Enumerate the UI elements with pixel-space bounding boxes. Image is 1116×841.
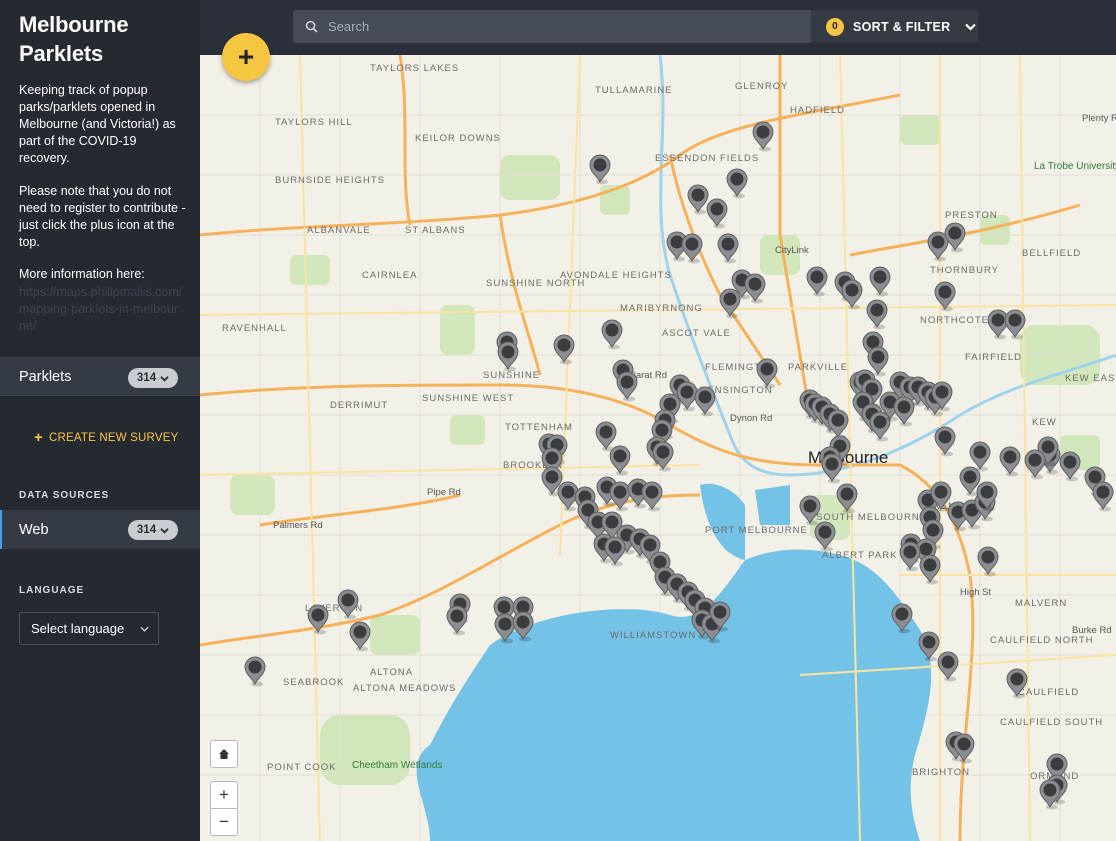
sidebar: Melbourne Parklets Keeping track of popu…: [0, 0, 200, 841]
parklet-marker[interactable]: [893, 396, 915, 427]
parklet-marker[interactable]: [977, 546, 999, 577]
parklet-marker[interactable]: [806, 266, 828, 297]
parklet-marker[interactable]: [756, 358, 778, 389]
parklet-marker[interactable]: [601, 319, 623, 350]
chevron-down-icon: [160, 375, 169, 382]
parklet-marker[interactable]: [446, 605, 468, 636]
parklet-marker[interactable]: [752, 121, 774, 152]
parklets-count: 314: [136, 372, 157, 384]
parklet-markers[interactable]: [200, 55, 1116, 841]
parklet-marker[interactable]: [652, 441, 674, 472]
parklet-marker[interactable]: [999, 446, 1021, 477]
parklet-marker[interactable]: [836, 483, 858, 514]
web-count-badge[interactable]: 314: [128, 520, 178, 540]
parklet-marker[interactable]: [744, 273, 766, 304]
parklet-marker[interactable]: [1092, 481, 1114, 512]
parklet-marker[interactable]: [799, 495, 821, 526]
chevron-down-icon: [140, 626, 149, 632]
parklet-marker[interactable]: [719, 288, 741, 319]
language-select[interactable]: Select language: [19, 612, 159, 645]
parklets-count-badge[interactable]: 314: [128, 368, 178, 388]
parklet-marker[interactable]: [706, 198, 728, 229]
zoom-out-button[interactable]: −: [210, 808, 238, 836]
parklet-marker[interactable]: [869, 411, 891, 442]
parklet-marker[interactable]: [244, 656, 266, 687]
parklet-marker[interactable]: [553, 334, 575, 365]
filter-count-badge: 0: [826, 17, 844, 36]
parklet-marker[interactable]: [919, 554, 941, 585]
more-info-label: More information here:: [19, 267, 145, 281]
parklet-marker[interactable]: [944, 222, 966, 253]
top-bar: 0 SORT & FILTER: [200, 0, 1116, 55]
sort-filter-label: SORT & FILTER: [853, 19, 951, 34]
parklet-marker[interactable]: [609, 481, 631, 512]
parklet-marker[interactable]: [595, 421, 617, 452]
description-intro: Keeping track of popup parks/parklets op…: [19, 83, 176, 165]
parklet-marker[interactable]: [918, 631, 940, 662]
parklets-layer-label: Parklets: [19, 368, 72, 385]
parklet-marker[interactable]: [934, 426, 956, 457]
web-count: 314: [136, 524, 157, 536]
parklet-marker[interactable]: [934, 281, 956, 312]
parklet-marker[interactable]: [609, 445, 631, 476]
parklet-marker[interactable]: [937, 651, 959, 682]
parklet-marker[interactable]: [497, 341, 519, 372]
parklet-marker[interactable]: [891, 603, 913, 634]
parklet-marker[interactable]: [1004, 309, 1026, 340]
parklet-marker[interactable]: [814, 521, 836, 552]
more-info-link[interactable]: https://maps.philipmallis.com/mapping-pa…: [19, 284, 184, 335]
parklet-marker[interactable]: [1039, 779, 1061, 810]
chevron-down-icon: [160, 527, 169, 534]
plus-icon: +: [34, 429, 43, 446]
home-button[interactable]: [210, 740, 238, 768]
parklet-marker[interactable]: [1006, 668, 1028, 699]
parklet-marker[interactable]: [869, 266, 891, 297]
zoom-in-button[interactable]: +: [210, 781, 238, 809]
add-parklet-button[interactable]: +: [222, 33, 270, 81]
parklet-marker[interactable]: [717, 233, 739, 264]
sort-filter-button[interactable]: 0 SORT & FILTER: [811, 10, 978, 43]
parklet-marker[interactable]: [337, 589, 359, 620]
parklet-marker[interactable]: [827, 409, 849, 440]
parklet-marker[interactable]: [1024, 449, 1046, 480]
app-title: Melbourne Parklets: [19, 12, 129, 66]
parklet-marker[interactable]: [987, 309, 1009, 340]
search-icon: [305, 20, 318, 33]
search-box[interactable]: [293, 10, 811, 43]
map-canvas[interactable]: TAYLORS LAKES TULLAMARINE GLENROY HADFIELD T…: [200, 55, 1116, 841]
parklet-marker[interactable]: [349, 621, 371, 652]
parklet-marker[interactable]: [681, 233, 703, 264]
parklet-marker[interactable]: [512, 611, 534, 642]
search-input[interactable]: [328, 19, 798, 34]
language-select-value: Select language: [31, 621, 125, 636]
create-survey-button[interactable]: + CREATE NEW SURVEY: [34, 429, 178, 446]
parklet-marker[interactable]: [821, 453, 843, 484]
parklet-marker[interactable]: [866, 299, 888, 330]
parklet-marker[interactable]: [676, 381, 698, 412]
web-source-row[interactable]: Web 314: [0, 510, 200, 549]
data-sources-heading: DATA SOURCES: [19, 490, 110, 501]
parklet-marker[interactable]: [899, 541, 921, 572]
parklet-marker[interactable]: [687, 184, 709, 215]
create-survey-label: CREATE NEW SURVEY: [48, 431, 179, 444]
home-icon: [219, 749, 229, 759]
web-source-label: Web: [19, 521, 49, 538]
parklet-marker[interactable]: [726, 168, 748, 199]
parklet-marker[interactable]: [616, 371, 638, 402]
chevron-down-icon: [965, 23, 977, 31]
description-contribute: Please note that you do not need to regi…: [19, 184, 186, 249]
parklet-marker[interactable]: [927, 231, 949, 262]
parklet-marker[interactable]: [841, 279, 863, 310]
parklet-marker[interactable]: [307, 604, 329, 635]
parklet-marker[interactable]: [494, 613, 516, 644]
parklets-layer-row[interactable]: Parklets 314: [0, 357, 200, 396]
parklet-marker[interactable]: [1059, 451, 1081, 482]
parklet-marker[interactable]: [589, 154, 611, 185]
parklet-marker[interactable]: [694, 386, 716, 417]
language-heading: LANGUAGE: [19, 585, 85, 596]
